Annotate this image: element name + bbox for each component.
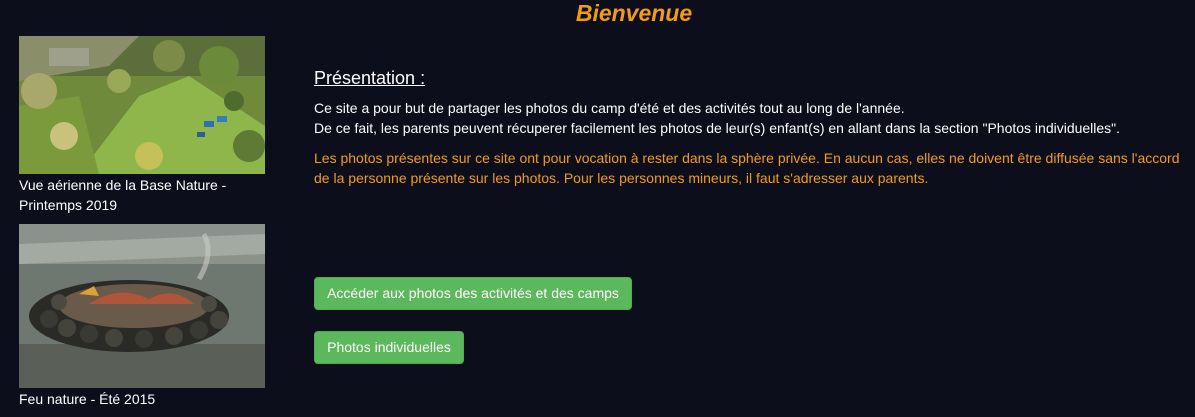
page-title: Bienvenue — [575, 0, 693, 26]
photo-caption: Feu nature - Été 2015 — [19, 391, 156, 407]
individual-photos-button[interactable]: Photos individuelles — [314, 331, 464, 364]
photo-caption: Vue aérienne de la Base Nature - Printem… — [19, 177, 227, 213]
presentation-section: Présentation : Ce site a pour but de par… — [314, 67, 1184, 188]
activities-photos-button[interactable]: Accéder aux photos des activités et des … — [314, 277, 632, 310]
section-heading: Présentation : — [314, 68, 426, 88]
photo-gallery: Vue aérienne de la Base Nature - Printem… — [19, 36, 265, 409]
description-line-2: De ce fait, les parents peuvent récupere… — [314, 120, 1121, 136]
aerial-photo — [19, 36, 265, 174]
privacy-warning: Les photos présentes sur ce site ont pou… — [314, 150, 1180, 186]
campfire-photo — [19, 224, 265, 388]
description-line-1: Ce site a pour but de partager les photo… — [314, 100, 905, 116]
